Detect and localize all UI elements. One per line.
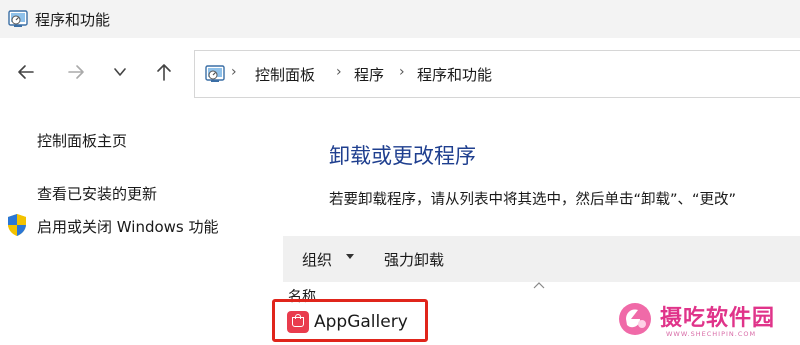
page-title: 卸载或更改程序	[329, 144, 476, 168]
arrow-right-icon	[68, 65, 84, 79]
address-bar[interactable]: › 控制面板 › 程序 › 程序和功能	[194, 50, 800, 98]
appgallery-icon	[287, 311, 309, 333]
recent-locations-button[interactable]	[106, 58, 134, 86]
chevron-down-icon	[346, 254, 354, 259]
arrow-left-icon	[18, 65, 34, 79]
chevron-down-icon	[114, 68, 126, 76]
breadcrumb-separator: ›	[336, 64, 342, 80]
watermark-subtext: WWW.SHECHIPIN.COM	[666, 330, 757, 338]
shield-icon	[8, 214, 26, 236]
breadcrumb-separator: ›	[399, 64, 405, 80]
breadcrumb-separator: ›	[231, 64, 237, 80]
control-panel-icon	[205, 65, 225, 82]
up-button[interactable]	[150, 58, 178, 86]
sort-ascending-icon	[533, 282, 545, 289]
list-item-name: AppGallery	[314, 312, 408, 332]
sidebar-item-control-panel-home[interactable]: 控制面板主页	[37, 130, 127, 151]
forward-button[interactable]	[62, 58, 90, 86]
watermark-text: 摄吃软件园	[660, 306, 776, 331]
arrow-up-icon	[157, 64, 171, 81]
force-uninstall-button[interactable]: 强力卸载	[384, 249, 444, 270]
breadcrumb-control-panel[interactable]: 控制面板	[255, 64, 315, 85]
navigation-bar: › 控制面板 › 程序 › 程序和功能	[0, 38, 800, 106]
title-bar: 程序和功能	[0, 0, 800, 38]
watermark: 摄吃软件园 WWW.SHECHIPIN.COM	[618, 300, 793, 342]
breadcrumb-programs-and-features[interactable]: 程序和功能	[417, 64, 492, 85]
control-panel-icon	[8, 10, 28, 27]
list-item-partial	[292, 340, 352, 345]
command-bar: 组织 强力卸载	[283, 236, 800, 282]
sidebar-item-windows-features[interactable]: 启用或关闭 Windows 功能	[37, 216, 219, 237]
back-button[interactable]	[12, 58, 40, 86]
breadcrumb-programs[interactable]: 程序	[354, 64, 384, 85]
sidebar-item-installed-updates[interactable]: 查看已安装的更新	[37, 183, 157, 204]
watermark-logo-icon	[619, 303, 651, 335]
organize-button[interactable]: 组织	[302, 249, 332, 270]
window-title: 程序和功能	[35, 11, 111, 29]
page-description: 若要卸载程序，请从列表中将其选中，然后单击“卸载”、“更改”	[329, 192, 737, 208]
